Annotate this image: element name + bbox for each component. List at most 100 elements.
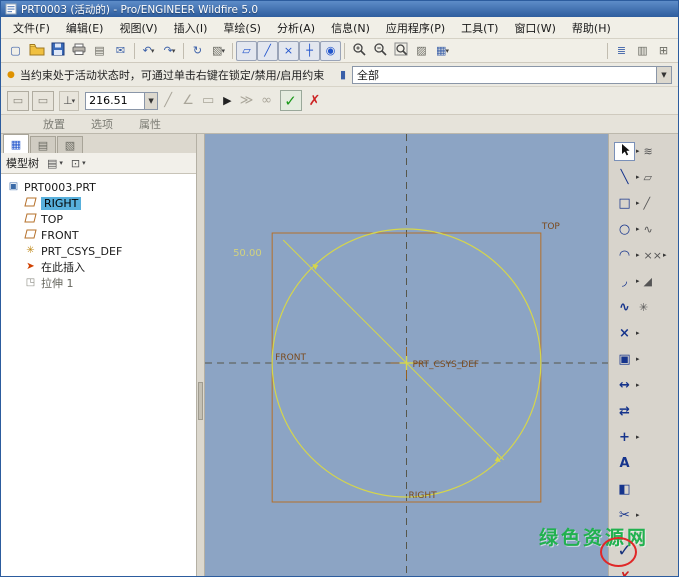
menu-file[interactable]: 文件(F) xyxy=(5,17,58,39)
datum-plane-toggle[interactable]: ▱ xyxy=(236,41,257,61)
tab-properties[interactable]: 属性 xyxy=(139,116,161,132)
dimension-tool-button[interactable]: ↔ xyxy=(614,376,635,395)
menu-tools[interactable]: 工具(T) xyxy=(453,17,506,39)
datum-csys-toggle[interactable]: ┼ xyxy=(299,41,320,61)
email-button[interactable]: ✉ xyxy=(110,41,131,61)
dimension-value[interactable]: 50.00 xyxy=(233,248,262,259)
depth-value-input[interactable] xyxy=(85,92,145,110)
modify-tool-button[interactable]: ⇄ xyxy=(614,402,635,421)
oblique-rectangle-icon[interactable]: ▱ xyxy=(644,172,652,183)
sketch-cancel-button[interactable]: ✗ xyxy=(614,568,635,577)
print-preview-button[interactable]: ▤ xyxy=(89,41,110,61)
flyout-arrow-icon[interactable]: ▸ xyxy=(636,381,640,389)
display-style-button[interactable]: ▧▾ xyxy=(208,41,229,61)
preview-button[interactable]: ≫ xyxy=(237,93,257,108)
chamfer-icon[interactable]: ◢ xyxy=(644,276,652,287)
tree-row-extrude[interactable]: ◳ 拉伸 1 xyxy=(1,275,196,291)
spline-tool-button[interactable]: ∿ xyxy=(614,298,635,317)
points-icon[interactable]: ×× xyxy=(644,250,662,261)
sketch-canvas[interactable]: 50.00 TOP FRONT RIGHT PRT_CSYS_DEF xyxy=(205,134,608,576)
circle-tool-button[interactable]: ○ xyxy=(614,220,635,239)
new-file-button[interactable]: ▢ xyxy=(5,41,26,61)
fillet-tool-button[interactable]: ◞ xyxy=(614,272,635,291)
zoom-out-button[interactable] xyxy=(369,41,390,61)
palette-tool-button[interactable]: ◧ xyxy=(614,480,635,499)
feature-cancel-button[interactable]: ✗ xyxy=(305,93,325,109)
flyout-arrow-icon[interactable]: ▸ xyxy=(663,251,667,259)
sash-handle[interactable] xyxy=(198,382,203,420)
refit-button[interactable] xyxy=(390,41,411,61)
sketch-csys-icon[interactable]: ✳ xyxy=(639,302,648,313)
constrain-tool-button[interactable]: + xyxy=(614,428,635,447)
favorites-tab[interactable]: ▧ xyxy=(57,136,83,153)
flyout-arrow-icon[interactable]: ▸ xyxy=(636,511,640,519)
flip-direction-button[interactable]: ╱ xyxy=(158,93,178,108)
tree-show-button[interactable]: ▤▾ xyxy=(47,157,63,170)
resume-button[interactable]: ▶ xyxy=(223,94,231,107)
tree-row-right[interactable]: RIGHT xyxy=(1,195,196,211)
flyout-arrow-icon[interactable]: ▸ xyxy=(636,147,640,155)
ellipse-icon[interactable]: ∿ xyxy=(644,224,653,235)
depth-option-button[interactable]: ⊥▾ xyxy=(59,91,79,111)
settings-button[interactable]: ⊞ xyxy=(653,41,674,61)
layers-button[interactable]: ≣ xyxy=(611,41,632,61)
select-tool-button[interactable] xyxy=(614,142,635,161)
zoom-in-button[interactable] xyxy=(348,41,369,61)
tree-row-root[interactable]: ▣ PRT0003.PRT xyxy=(1,179,196,195)
point-tool-button[interactable]: × xyxy=(614,324,635,343)
datum-point-toggle[interactable]: × xyxy=(278,41,299,61)
text-tool-button[interactable]: A xyxy=(614,454,635,473)
open-file-button[interactable] xyxy=(26,41,47,61)
tab-placement[interactable]: 放置 xyxy=(43,116,65,132)
combo-arrow-icon[interactable]: ▼ xyxy=(656,67,671,83)
diagnostics-icon[interactable]: ≋ xyxy=(644,146,653,157)
menu-applications[interactable]: 应用程序(P) xyxy=(378,17,453,39)
panel-sash[interactable] xyxy=(197,134,205,576)
spin-center-toggle[interactable]: ◉ xyxy=(320,41,341,61)
surface-toggle[interactable]: ▭ xyxy=(32,91,54,111)
trim-tool-button[interactable]: ✂ xyxy=(614,506,635,525)
flyout-arrow-icon[interactable]: ▸ xyxy=(636,173,640,181)
flyout-arrow-icon[interactable]: ▸ xyxy=(636,199,640,207)
solid-toggle[interactable]: ▭ xyxy=(7,91,29,111)
tree-row-insert-here[interactable]: ➤ 在此插入 xyxy=(1,259,196,275)
flyout-arrow-icon[interactable]: ▸ xyxy=(636,355,640,363)
saved-views-button[interactable]: ▦▾ xyxy=(432,41,453,61)
menu-sketch[interactable]: 草绘(S) xyxy=(215,17,269,39)
menu-help[interactable]: 帮助(H) xyxy=(564,17,619,39)
titlebar[interactable]: PRT0003 (活动的) - Pro/ENGINEER Wildfire 5.… xyxy=(1,1,678,17)
remove-material-button[interactable]: ∠ xyxy=(178,93,198,108)
sketch-done-button[interactable]: ✓ xyxy=(614,542,635,561)
flyout-arrow-icon[interactable]: ▸ xyxy=(636,277,640,285)
verify-button[interactable]: ∞ xyxy=(257,93,277,108)
constraint-filter-select[interactable]: 全部 ▼ xyxy=(352,66,672,84)
tree-row-front[interactable]: FRONT xyxy=(1,227,196,243)
undo-button[interactable]: ↶▾ xyxy=(138,41,159,61)
rectangle-tool-button[interactable]: □ xyxy=(614,194,635,213)
line-tool-button[interactable]: ╲ xyxy=(614,168,635,187)
menu-insert[interactable]: 插入(I) xyxy=(166,17,216,39)
repaint-button[interactable]: ▨ xyxy=(411,41,432,61)
menu-edit[interactable]: 编辑(E) xyxy=(58,17,112,39)
tree-row-top[interactable]: TOP xyxy=(1,211,196,227)
dimension-leader[interactable] xyxy=(283,240,504,460)
arc-tool-button[interactable]: ◠ xyxy=(614,246,635,265)
use-edge-tool-button[interactable]: ▣ xyxy=(614,350,635,369)
menu-info[interactable]: 信息(N) xyxy=(323,17,378,39)
redo-button[interactable]: ↷▾ xyxy=(159,41,180,61)
model-tree-tab[interactable]: ▦ xyxy=(3,134,29,153)
regenerate-button[interactable]: ↻ xyxy=(187,41,208,61)
depth-spinner[interactable]: ▼ xyxy=(145,92,158,110)
tree-settings-button[interactable]: ⊡▾ xyxy=(71,157,86,170)
menu-window[interactable]: 窗口(W) xyxy=(506,17,563,39)
centerline-icon[interactable]: ╱ xyxy=(644,198,651,209)
menu-view[interactable]: 视图(V) xyxy=(111,17,165,39)
thicken-sketch-button[interactable]: ▭ xyxy=(198,93,218,108)
datum-axis-toggle[interactable]: ╱ xyxy=(257,41,278,61)
print-button[interactable] xyxy=(68,41,89,61)
feature-accept-button[interactable]: ✓ xyxy=(280,90,302,111)
save-button[interactable] xyxy=(47,41,68,61)
tree-row-csys[interactable]: ✳ PRT_CSYS_DEF xyxy=(1,243,196,259)
flyout-arrow-icon[interactable]: ▸ xyxy=(636,251,640,259)
menu-analysis[interactable]: 分析(A) xyxy=(269,17,323,39)
